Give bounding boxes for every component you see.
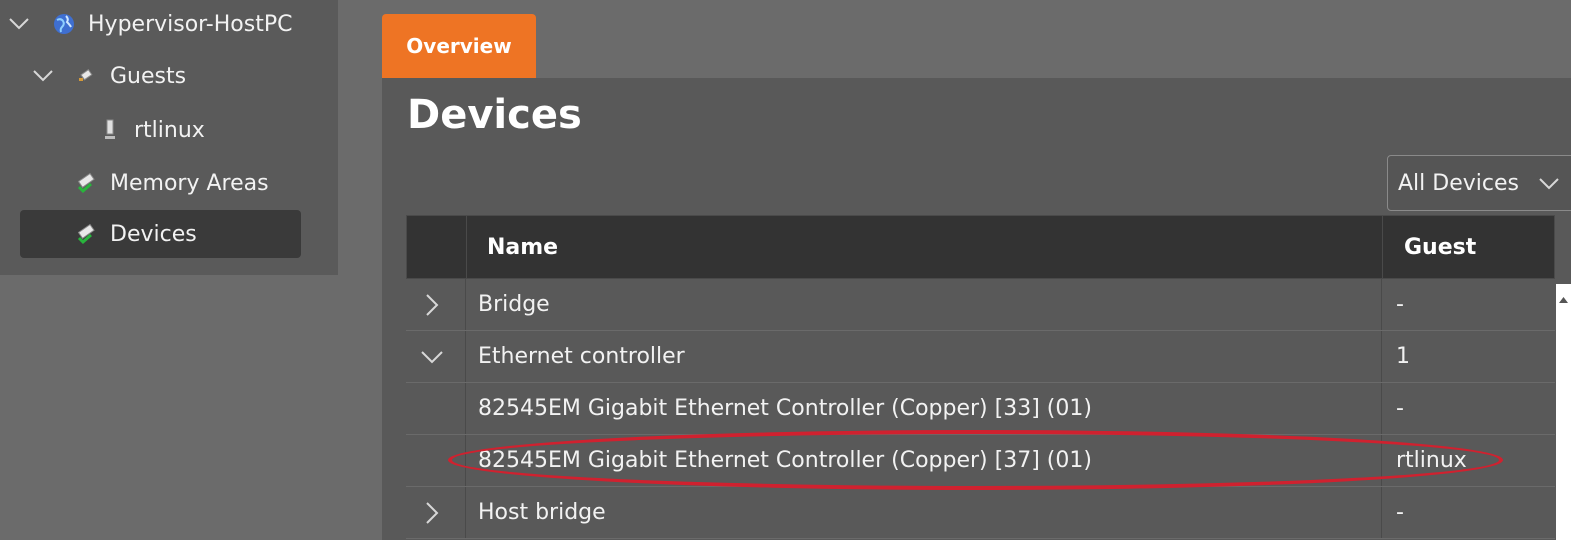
chip-check-icon	[74, 222, 98, 246]
cell-name: Ethernet controller	[478, 344, 685, 369]
table-row[interactable]: Host bridge -	[406, 487, 1555, 539]
cell-guest: -	[1396, 500, 1404, 525]
column-divider	[1382, 216, 1383, 278]
plug-vertical-icon	[98, 118, 122, 142]
tree-item-memory-areas[interactable]: Memory Areas	[74, 159, 334, 207]
scroll-up-icon[interactable]	[1559, 288, 1568, 307]
tree-item-hypervisor-hostpc[interactable]: Hypervisor-HostPC	[6, 0, 326, 48]
table-row[interactable]: Bridge -	[406, 279, 1555, 331]
column-header-name[interactable]: Name	[487, 216, 558, 278]
chevron-right-icon[interactable]	[418, 291, 446, 319]
plug-icon	[74, 64, 98, 88]
devices-panel: Devices All Devices Name Guest Bridge - …	[382, 78, 1571, 540]
cell-name: 82545EM Gigabit Ethernet Controller (Cop…	[478, 396, 1092, 421]
column-divider	[466, 216, 467, 278]
tree-item-label: Memory Areas	[110, 170, 269, 196]
device-filter-select[interactable]: All Devices	[1387, 155, 1571, 211]
chevron-down-icon	[1538, 172, 1560, 197]
devices-table: Name Guest Bridge - Ethernet controller …	[406, 215, 1555, 540]
tab-overview[interactable]: Overview	[382, 14, 536, 78]
page-title: Devices	[407, 92, 582, 138]
cell-name: Bridge	[478, 292, 550, 317]
column-divider	[465, 487, 466, 538]
app-root: Hypervisor-HostPC Guests rtlinux Memory …	[0, 0, 1571, 540]
cell-guest: -	[1396, 292, 1404, 317]
tree-item-devices[interactable]: Devices	[20, 210, 301, 258]
tree-item-guests[interactable]: Guests	[30, 52, 330, 100]
chevron-down-icon[interactable]	[418, 343, 446, 371]
cell-guest: rtlinux	[1396, 448, 1467, 473]
tree-item-label: Hypervisor-HostPC	[88, 11, 293, 37]
table-header: Name Guest	[406, 215, 1555, 279]
column-divider	[1381, 279, 1382, 330]
column-divider	[1381, 331, 1382, 382]
table-row[interactable]: 82545EM Gigabit Ethernet Controller (Cop…	[406, 435, 1555, 487]
column-divider	[465, 331, 466, 382]
sidebar-tree: Hypervisor-HostPC Guests rtlinux Memory …	[0, 0, 338, 275]
chip-check-icon	[74, 171, 98, 195]
column-divider	[465, 435, 466, 486]
table-scrollbar[interactable]	[1556, 284, 1571, 540]
chevron-down-icon[interactable]	[6, 11, 32, 37]
tree-item-label: rtlinux	[134, 117, 205, 143]
column-divider	[1381, 487, 1382, 538]
column-divider	[1381, 435, 1382, 486]
cell-guest: -	[1396, 396, 1404, 421]
column-divider	[465, 383, 466, 434]
table-row[interactable]: Ethernet controller 1	[406, 331, 1555, 383]
column-divider	[465, 279, 466, 330]
filter-selected-value: All Devices	[1398, 170, 1519, 196]
tree-item-label: Guests	[110, 63, 187, 89]
chevron-down-icon[interactable]	[30, 63, 56, 89]
globe-icon	[52, 12, 76, 36]
cell-guest: 1	[1396, 344, 1410, 369]
tree-item-label: Devices	[110, 221, 197, 247]
column-header-guest[interactable]: Guest	[1404, 216, 1476, 278]
tree-item-rtlinux[interactable]: rtlinux	[98, 106, 328, 154]
cell-name: Host bridge	[478, 500, 606, 525]
chevron-right-icon[interactable]	[418, 499, 446, 527]
table-row[interactable]: 82545EM Gigabit Ethernet Controller (Cop…	[406, 383, 1555, 435]
cell-name: 82545EM Gigabit Ethernet Controller (Cop…	[478, 448, 1092, 473]
column-divider	[1381, 383, 1382, 434]
